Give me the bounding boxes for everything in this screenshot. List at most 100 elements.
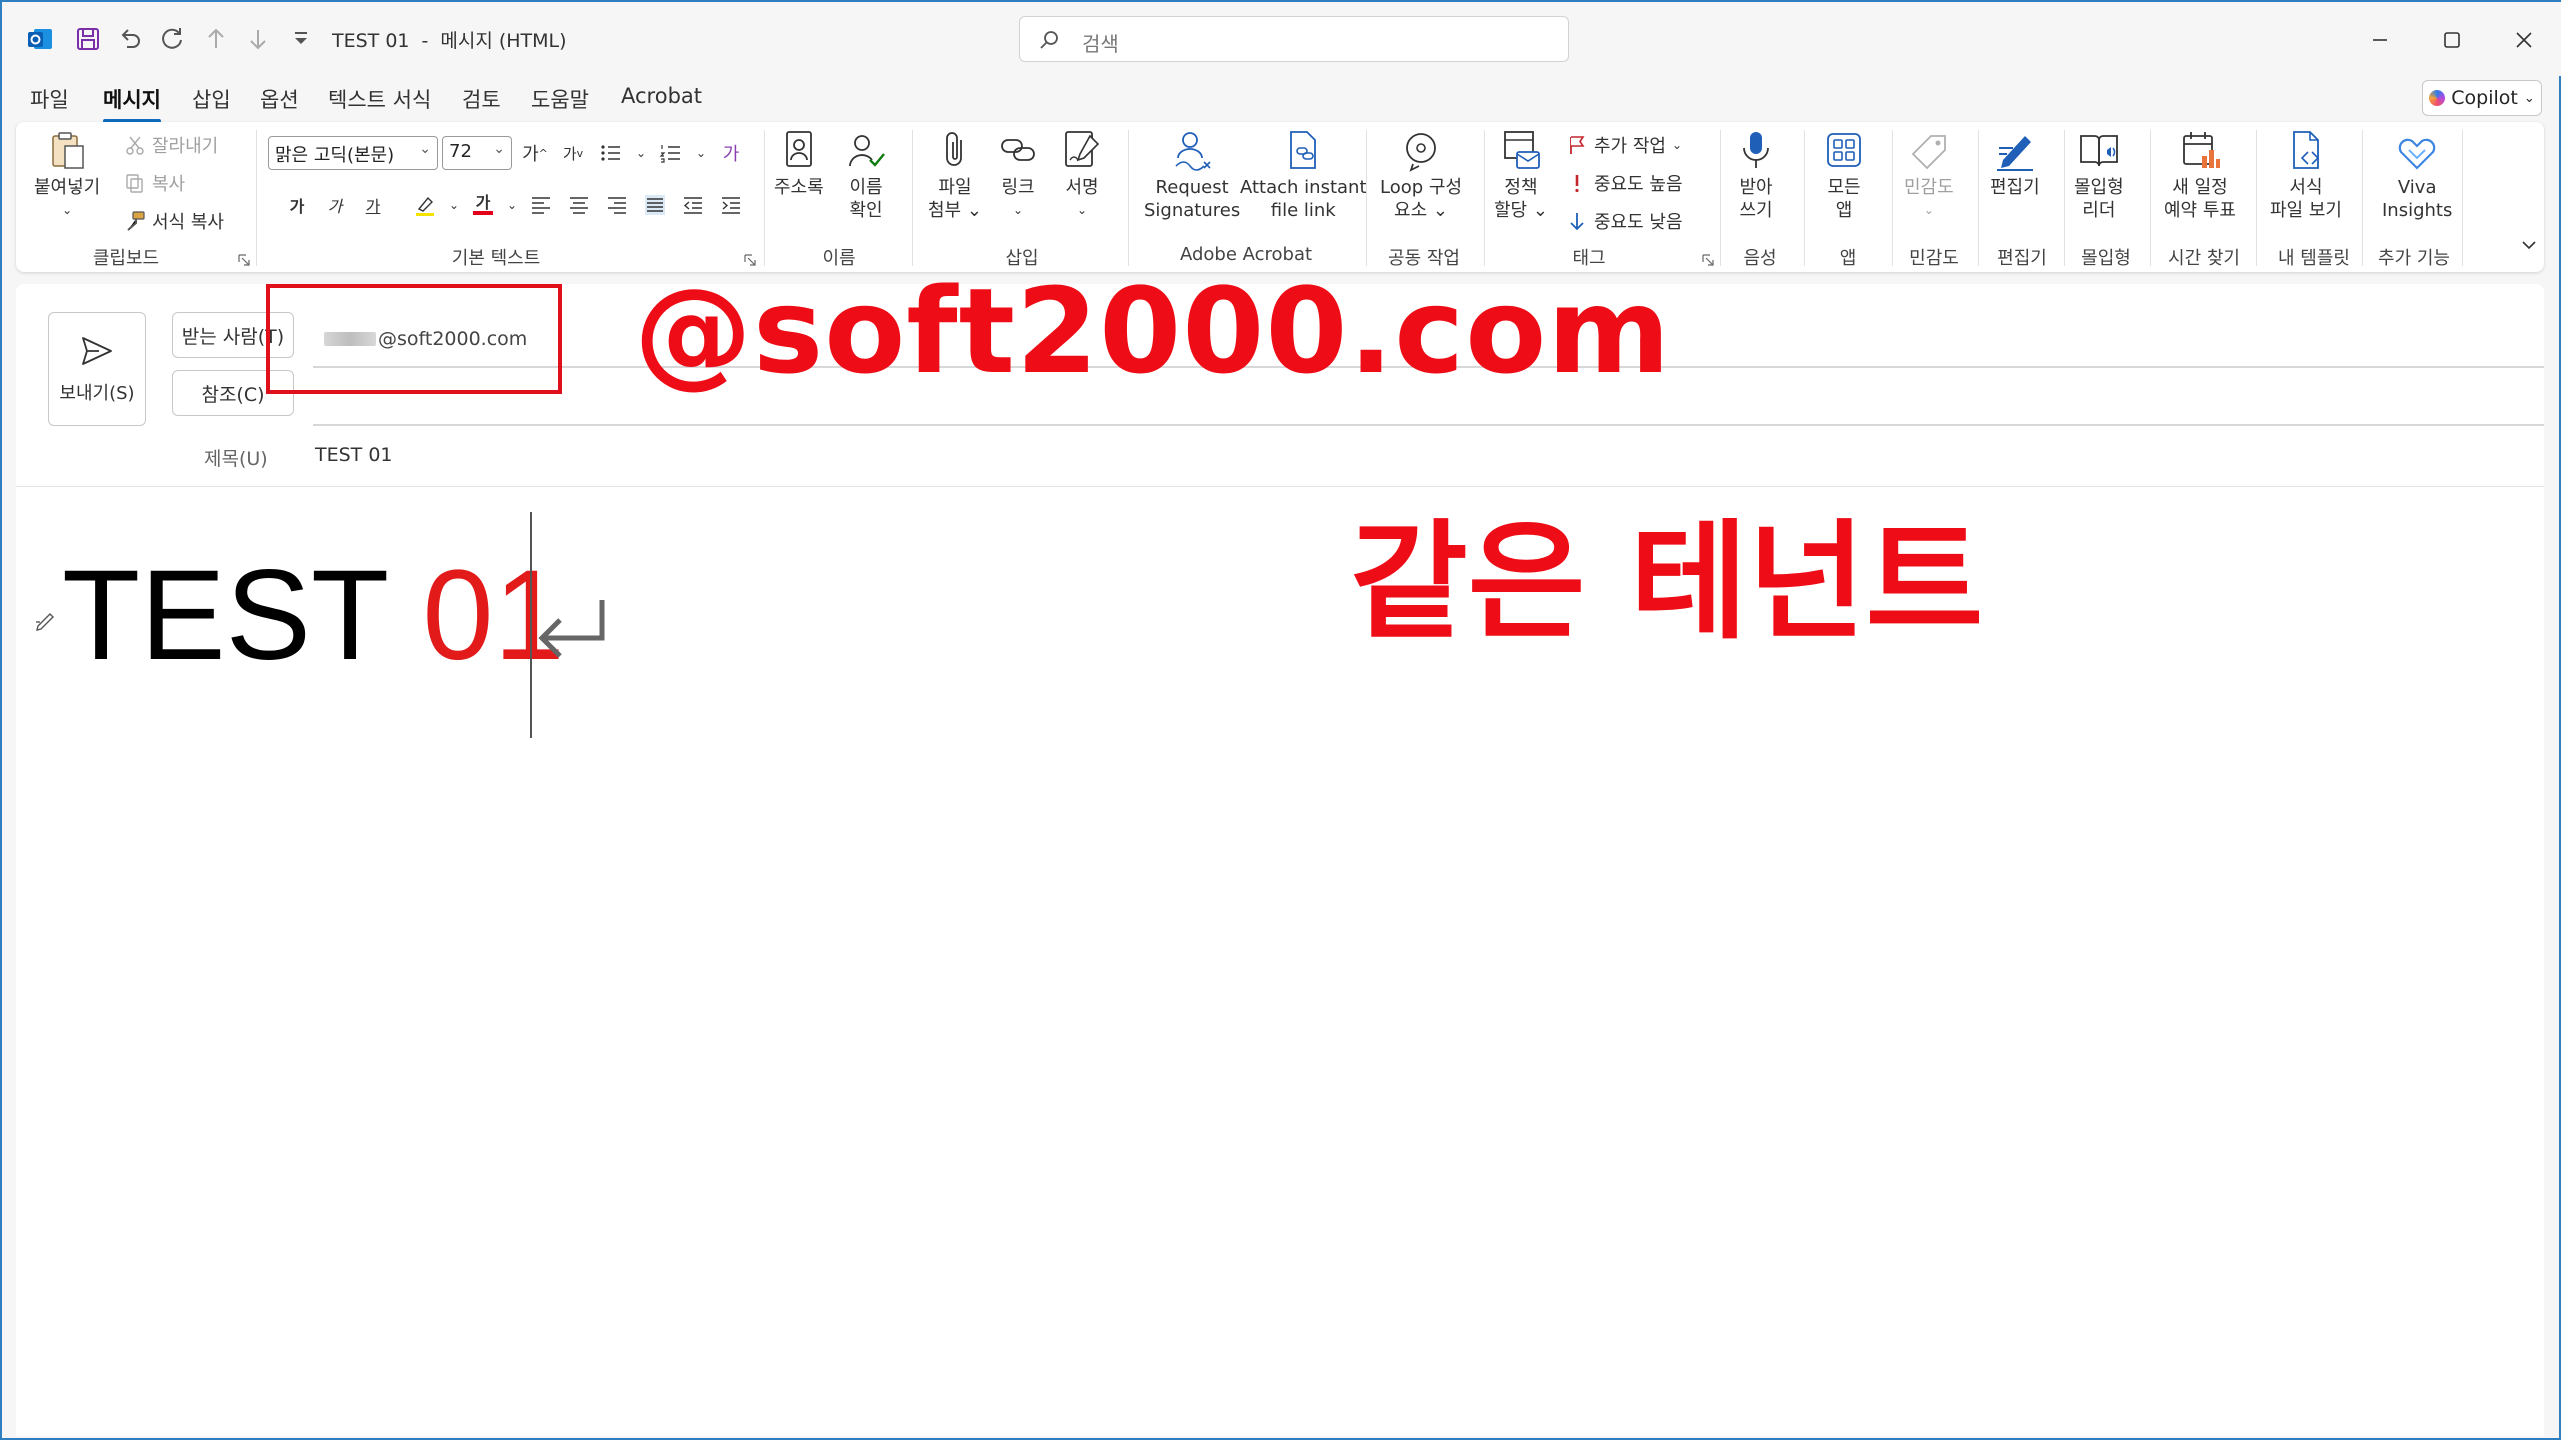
paste-button[interactable]: 붙여넣기 ⌄	[34, 128, 100, 222]
scheduling-poll-label-2: 예약 투표	[2164, 200, 2236, 221]
search-input[interactable]: 검색	[1019, 16, 1569, 62]
chevron-down-icon: ⌄	[1923, 203, 1934, 217]
tab-message[interactable]: 메시지	[103, 84, 161, 123]
bullets-button[interactable]	[592, 136, 630, 170]
italic-button[interactable]: 가	[316, 188, 354, 222]
sensitivity-label: 민감도	[1904, 177, 1954, 198]
tab-acrobat[interactable]: Acrobat	[621, 84, 702, 108]
chevron-down-icon[interactable]: ⌄	[444, 188, 464, 222]
all-apps-label-1: 모든	[1827, 177, 1861, 198]
redo-icon[interactable]	[154, 22, 190, 56]
separator	[1892, 130, 1893, 266]
editor-button[interactable]: 편집기	[1990, 128, 2040, 199]
dictate-button[interactable]: 받아 쓰기	[1734, 128, 1778, 222]
attach-file-label-2-text: 첨부	[928, 200, 962, 221]
outlook-window: TEST 01- 메시지 (HTML) 검색 파일 메시지 삽입 옵션 텍스트 서…	[0, 0, 2561, 1440]
tab-format-text[interactable]: 텍스트 서식	[328, 84, 431, 114]
subject-input[interactable]: TEST 01	[315, 444, 393, 466]
undo-icon[interactable]	[112, 22, 148, 56]
minimize-icon[interactable]	[2360, 20, 2400, 60]
viva-insights-button[interactable]: Viva Insights	[2382, 128, 2452, 222]
signature-button[interactable]: 서명 ⌄	[1060, 128, 1104, 222]
view-templates-label-2: 파일 보기	[2270, 200, 2342, 221]
tab-file[interactable]: 파일	[30, 84, 69, 114]
message-body[interactable]: TEST 01	[62, 552, 565, 680]
loop-component-button[interactable]: Loop 구성 요소 ⌄	[1380, 128, 1462, 222]
chevron-down-icon[interactable]: ⌄	[690, 136, 712, 170]
highlight-button[interactable]	[406, 188, 444, 222]
group-label-find-time: 시간 찾기	[2168, 248, 2240, 269]
immersive-reader-label-1: 몰입형	[2074, 177, 2124, 198]
chevron-down-icon[interactable]: ⌄	[630, 136, 652, 170]
link-icon	[1001, 139, 1035, 161]
attach-instant-link-label-1: Attach instant	[1240, 177, 1367, 198]
window-title: TEST 01- 메시지 (HTML)	[332, 26, 579, 53]
next-item-icon[interactable]	[240, 22, 276, 56]
view-templates-button[interactable]: 서식 파일 보기	[2270, 128, 2342, 222]
attach-instant-link-button[interactable]: Attach instant file link	[1240, 128, 1367, 222]
shrink-font-button[interactable]: 가v	[554, 136, 592, 170]
numbering-button[interactable]	[652, 136, 690, 170]
all-apps-button[interactable]: 모든 앱	[1822, 128, 1866, 222]
tab-help[interactable]: 도움말	[531, 84, 589, 114]
font-color-button[interactable]: 가	[464, 188, 502, 222]
customize-toolbar-icon[interactable]	[286, 22, 316, 56]
grow-font-button[interactable]: 가 ^	[516, 136, 554, 170]
document-type: 메시지 (HTML)	[440, 30, 567, 52]
copy-button[interactable]: 복사	[124, 170, 185, 196]
format-painter-button[interactable]: 서식 복사	[124, 208, 224, 234]
dialog-launcher-icon[interactable]	[238, 254, 250, 266]
attach-file-button[interactable]: 파일 첨부 ⌄	[928, 128, 982, 222]
save-icon[interactable]	[70, 22, 106, 56]
send-button[interactable]: 보내기(S)	[48, 312, 146, 426]
immersive-reader-button[interactable]: 몰입형 리더	[2074, 128, 2124, 222]
request-signatures-button[interactable]: Request Signatures	[1144, 128, 1240, 222]
cut-button[interactable]: 잘라내기	[124, 132, 218, 158]
group-label-add-ins: 추가 기능	[2378, 248, 2450, 269]
font-name-select[interactable]: 맑은 고딕(본문) ⌄	[268, 136, 438, 170]
check-names-button[interactable]: 이름 확인	[844, 128, 888, 222]
copilot-label: Copilot	[2451, 87, 2518, 109]
italic-glyph: 가	[327, 197, 343, 216]
cut-label: 잘라내기	[152, 136, 219, 157]
template-icon	[2293, 131, 2320, 169]
format-painter-label: 서식 복사	[152, 212, 224, 233]
justify-button[interactable]	[636, 188, 674, 222]
align-right-button[interactable]	[598, 188, 636, 222]
font-size-select[interactable]: 72 ⌄	[442, 136, 512, 170]
address-book-button[interactable]: 주소록	[774, 128, 824, 199]
copilot-icon	[2429, 90, 2446, 106]
underline-button[interactable]: 가	[354, 188, 392, 222]
align-center-button[interactable]	[560, 188, 598, 222]
align-left-button[interactable]	[522, 188, 560, 222]
clear-formatting-button[interactable]: 가	[712, 136, 750, 170]
increase-indent-button[interactable]	[712, 188, 750, 222]
low-importance-button[interactable]: 중요도 낮음	[1566, 208, 1683, 234]
copilot-button[interactable]: Copilot ⌄	[2422, 80, 2542, 116]
scheduling-poll-button[interactable]: 새 일정 예약 투표	[2164, 128, 2236, 222]
high-importance-button[interactable]: 중요도 높음	[1566, 170, 1683, 196]
align-center-icon	[570, 197, 588, 214]
format-painter-icon	[127, 211, 145, 231]
ribbon-display-options-button[interactable]	[2518, 234, 2540, 256]
follow-up-button[interactable]: 추가 작업 ⌄	[1566, 132, 1682, 158]
separator	[1128, 130, 1129, 266]
assign-policy-button[interactable]: 정책 할당 ⌄	[1494, 128, 1548, 222]
tab-review[interactable]: 검토	[462, 84, 501, 114]
dialog-launcher-icon[interactable]	[1702, 254, 1714, 266]
loop-label-1: Loop 구성	[1380, 177, 1463, 198]
decrease-indent-button[interactable]	[674, 188, 712, 222]
previous-item-icon[interactable]	[198, 22, 234, 56]
close-icon[interactable]	[2504, 20, 2544, 60]
bold-button[interactable]: 가	[278, 188, 316, 222]
sensitivity-button[interactable]: 민감도 ⌄	[1904, 128, 1954, 222]
increase-indent-icon	[722, 197, 740, 214]
chevron-down-icon[interactable]: ⌄	[502, 188, 522, 222]
maximize-icon[interactable]	[2432, 20, 2472, 60]
tab-insert[interactable]: 삽입	[192, 84, 231, 114]
all-apps-label-2: 앱	[1835, 200, 1853, 221]
tab-options[interactable]: 옵션	[260, 84, 299, 114]
link-button[interactable]: 링크 ⌄	[996, 128, 1040, 222]
attach-file-label-2: 첨부 ⌄	[928, 200, 982, 221]
